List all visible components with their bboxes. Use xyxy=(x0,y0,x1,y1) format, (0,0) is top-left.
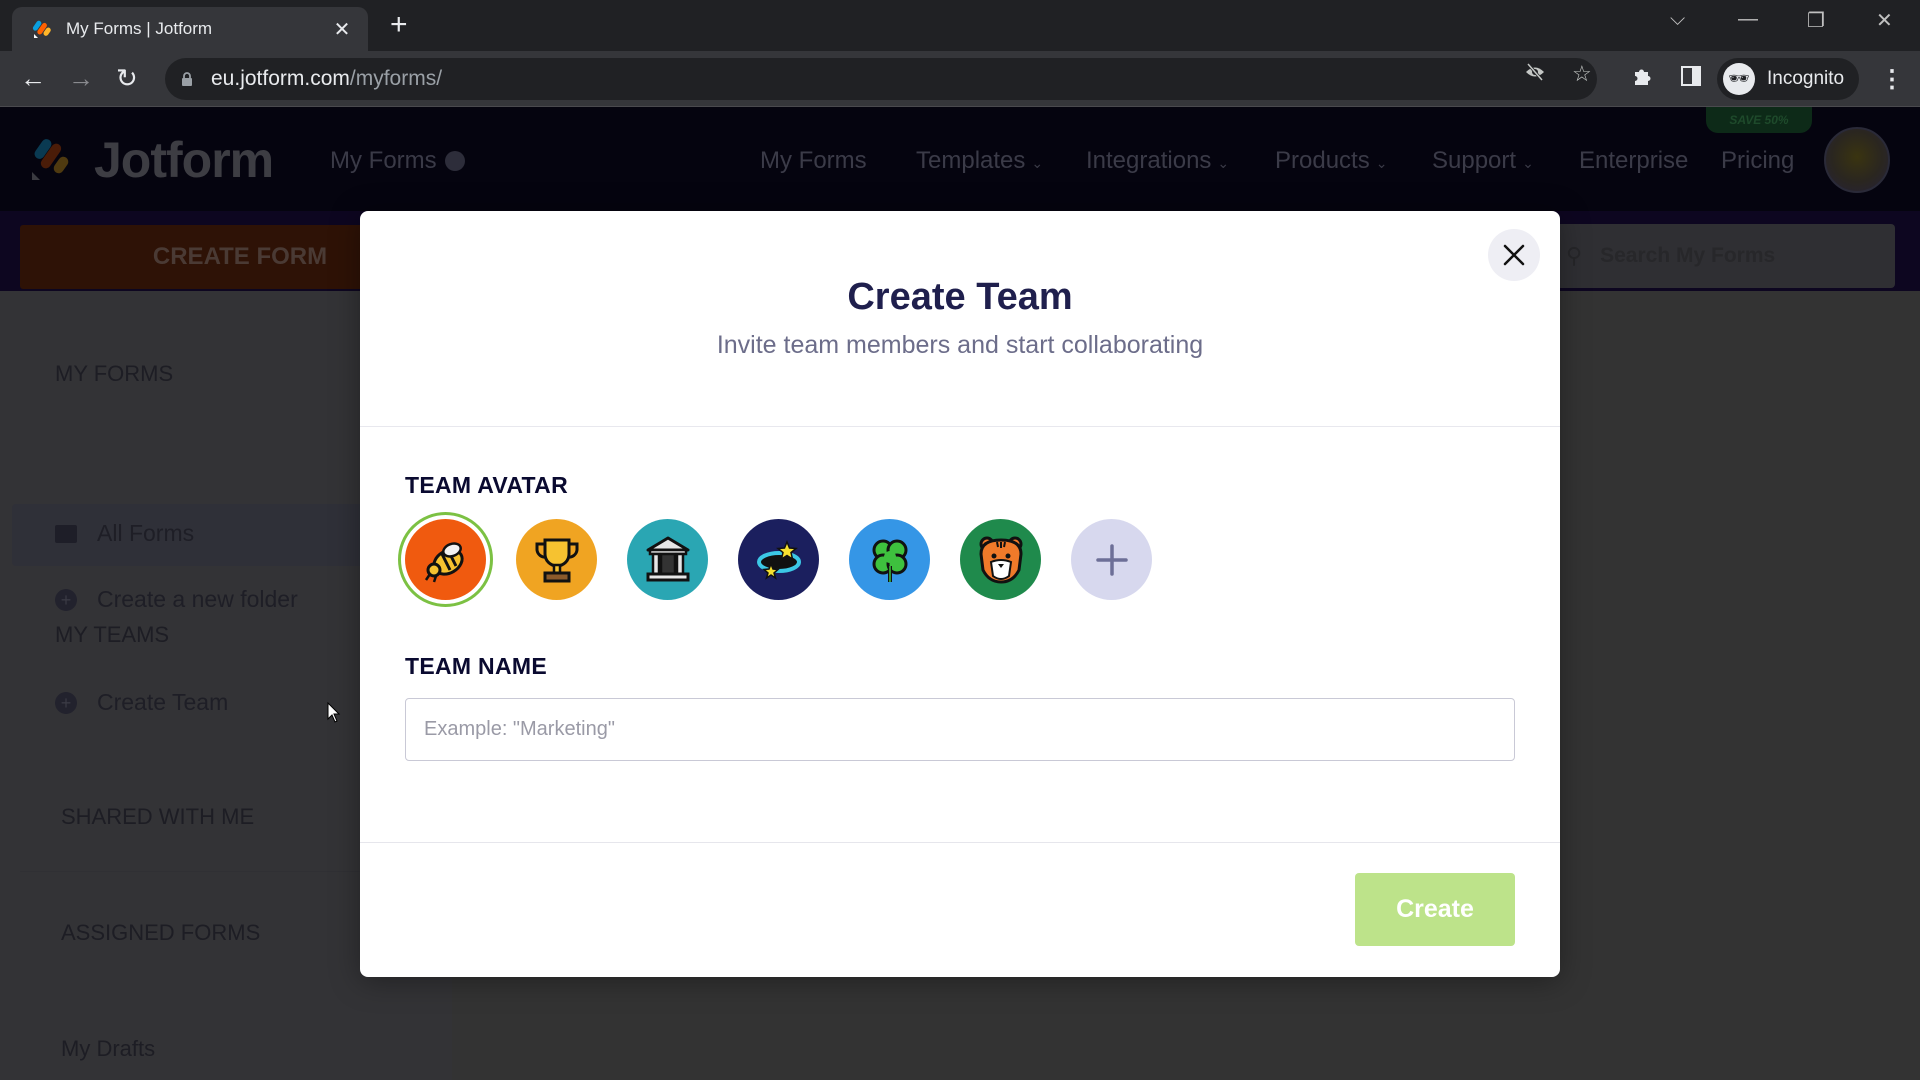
nav-label: Enterprise xyxy=(1579,147,1689,174)
new-tab-button[interactable]: + xyxy=(390,10,408,40)
nav-label: My Forms xyxy=(760,147,867,174)
sidebar-item-create-folder[interactable]: + Create a new folder xyxy=(55,586,298,613)
avatar-option-tiger[interactable] xyxy=(960,519,1041,600)
avatar-option-add-custom[interactable] xyxy=(1071,519,1152,600)
nav-label: Templates xyxy=(916,147,1026,174)
stars-orbit-icon xyxy=(756,539,801,580)
address-bar[interactable]: eu.jotform.com/myforms/ xyxy=(165,58,1597,100)
minimize-icon[interactable]: — xyxy=(1738,8,1758,31)
incognito-icon: 🕶 xyxy=(1723,63,1755,95)
search-placeholder: Search My Forms xyxy=(1600,244,1776,267)
incognito-label: Incognito xyxy=(1767,68,1845,89)
team-avatar-label: TEAM AVATAR xyxy=(405,472,568,498)
chevron-down-icon: ⌄ xyxy=(1031,155,1044,171)
promo-badge[interactable]: SAVE 50% xyxy=(1706,107,1812,133)
avatar-option-bank[interactable] xyxy=(627,519,708,600)
bookmark-star-icon[interactable]: ☆ xyxy=(1572,61,1592,87)
extensions-puzzle-icon[interactable] xyxy=(1632,65,1654,93)
tab-title: My Forms | Jotform xyxy=(66,19,213,38)
logo-wordmark: Jotform xyxy=(94,132,274,188)
side-panel-icon[interactable] xyxy=(1680,65,1702,93)
modal-title: Create Team xyxy=(847,276,1073,318)
chevron-down-icon xyxy=(444,151,465,171)
tab-close-icon[interactable]: ✕ xyxy=(330,17,354,42)
nav-products[interactable]: Products ⌄ xyxy=(1275,147,1387,175)
lock-icon xyxy=(181,72,193,86)
modal-divider xyxy=(360,426,1560,427)
plus-circle-icon: + xyxy=(55,691,77,714)
nav-enterprise[interactable]: Enterprise xyxy=(1579,147,1688,175)
folder-icon xyxy=(55,524,77,543)
plus-icon xyxy=(1095,543,1128,576)
my-forms-switcher[interactable]: My Forms xyxy=(330,147,465,175)
search-icon: ⚲ xyxy=(1566,243,1583,268)
nav-pricing[interactable]: Pricing xyxy=(1721,147,1794,175)
create-team-button[interactable]: Create xyxy=(1355,873,1515,946)
sidebar-item-label: All Forms xyxy=(97,520,195,546)
trophy-icon xyxy=(535,538,578,582)
restore-icon[interactable]: ❐ xyxy=(1807,8,1825,33)
jotform-logo[interactable]: Jotform xyxy=(30,131,274,189)
my-forms-switcher-label: My Forms xyxy=(330,147,437,174)
jotform-favicon-icon xyxy=(32,18,54,40)
nav-my-forms[interactable]: My Forms xyxy=(760,147,867,175)
modal-close-button[interactable] xyxy=(1488,229,1540,281)
url-text: eu.jotform.com/myforms/ xyxy=(211,67,442,91)
window-close-icon[interactable]: ✕ xyxy=(1876,8,1893,33)
url-path: /myforms/ xyxy=(349,67,443,90)
sidebar-item-create-team[interactable]: + Create Team xyxy=(55,689,228,716)
browser-tab[interactable]: My Forms | Jotform ✕ xyxy=(12,7,368,51)
team-name-input[interactable] xyxy=(405,698,1515,761)
tracking-protection-eye-slash-icon[interactable] xyxy=(1524,61,1546,89)
sidebar-item-my-drafts[interactable]: My Drafts xyxy=(61,1036,155,1062)
plus-circle-icon: + xyxy=(55,588,77,611)
team-name-label: TEAM NAME xyxy=(405,653,547,679)
reload-icon[interactable]: ↻ xyxy=(116,63,138,93)
close-icon xyxy=(1503,244,1525,266)
avatar-option-bee[interactable] xyxy=(398,512,493,607)
avatar-option-stars[interactable] xyxy=(738,519,819,600)
avatar-option-trophy[interactable] xyxy=(516,519,597,600)
back-icon[interactable]: ← xyxy=(20,63,46,93)
four-leaf-clover-icon xyxy=(872,539,907,582)
jotform-logo-mark-icon xyxy=(30,136,74,184)
nav-support[interactable]: Support ⌄ xyxy=(1432,147,1534,175)
browser-menu-icon[interactable]: ⋮ xyxy=(1880,65,1904,94)
site-header: Jotform My Forms My Forms Templates ⌄ Int… xyxy=(0,107,1920,211)
chevron-down-icon: ⌄ xyxy=(1217,155,1230,171)
create-team-modal: Create Team Invite team members and star… xyxy=(360,211,1560,977)
avatar-option-clover[interactable] xyxy=(849,519,930,600)
modal-footer-divider xyxy=(360,842,1560,843)
browser-toolbar: ← → ↻ eu.jotform.com/myforms/ ☆ 🕶 Incogn… xyxy=(0,51,1920,107)
bank-building-icon xyxy=(646,536,689,581)
nav-label: Integrations xyxy=(1086,147,1212,174)
tiger-icon xyxy=(978,536,1023,584)
tab-search-icon[interactable]: ⌵ xyxy=(1670,8,1685,31)
forward-icon[interactable]: → xyxy=(68,63,94,93)
sidebar-heading-shared-with-me[interactable]: SHARED WITH ME xyxy=(61,804,254,830)
incognito-profile-button[interactable]: 🕶 Incognito xyxy=(1717,58,1859,100)
sidebar-item-label: Create a new folder xyxy=(97,586,298,612)
nav-label: Pricing xyxy=(1721,147,1795,174)
sidebar-item-all-forms[interactable]: All Forms xyxy=(55,520,194,547)
team-avatar-picker xyxy=(398,512,1152,607)
bee-icon xyxy=(424,541,464,582)
nav-label: Products xyxy=(1275,147,1370,174)
modal-subtitle: Invite team members and start collaborat… xyxy=(716,331,1204,359)
sidebar-heading-my-teams: MY TEAMS xyxy=(55,622,170,647)
chevron-down-icon: ⌄ xyxy=(1522,155,1534,171)
chevron-down-icon: ⌄ xyxy=(1375,155,1388,171)
nav-integrations[interactable]: Integrations ⌄ xyxy=(1086,147,1229,175)
nav-label: Support xyxy=(1432,147,1517,174)
sidebar-heading-assigned-forms[interactable]: ASSIGNED FORMS xyxy=(61,920,260,946)
user-avatar[interactable] xyxy=(1824,127,1890,193)
search-my-forms-input[interactable]: ⚲ Search My Forms xyxy=(1548,224,1895,288)
url-host: eu.jotform.com xyxy=(211,67,350,90)
sidebar-heading-my-forms: MY FORMS xyxy=(55,361,174,386)
nav-templates[interactable]: Templates ⌄ xyxy=(916,147,1043,175)
browser-tab-bar: My Forms | Jotform ✕ + ⌵ — ❐ ✕ xyxy=(0,0,1920,51)
sidebar-item-label: Create Team xyxy=(97,689,229,715)
